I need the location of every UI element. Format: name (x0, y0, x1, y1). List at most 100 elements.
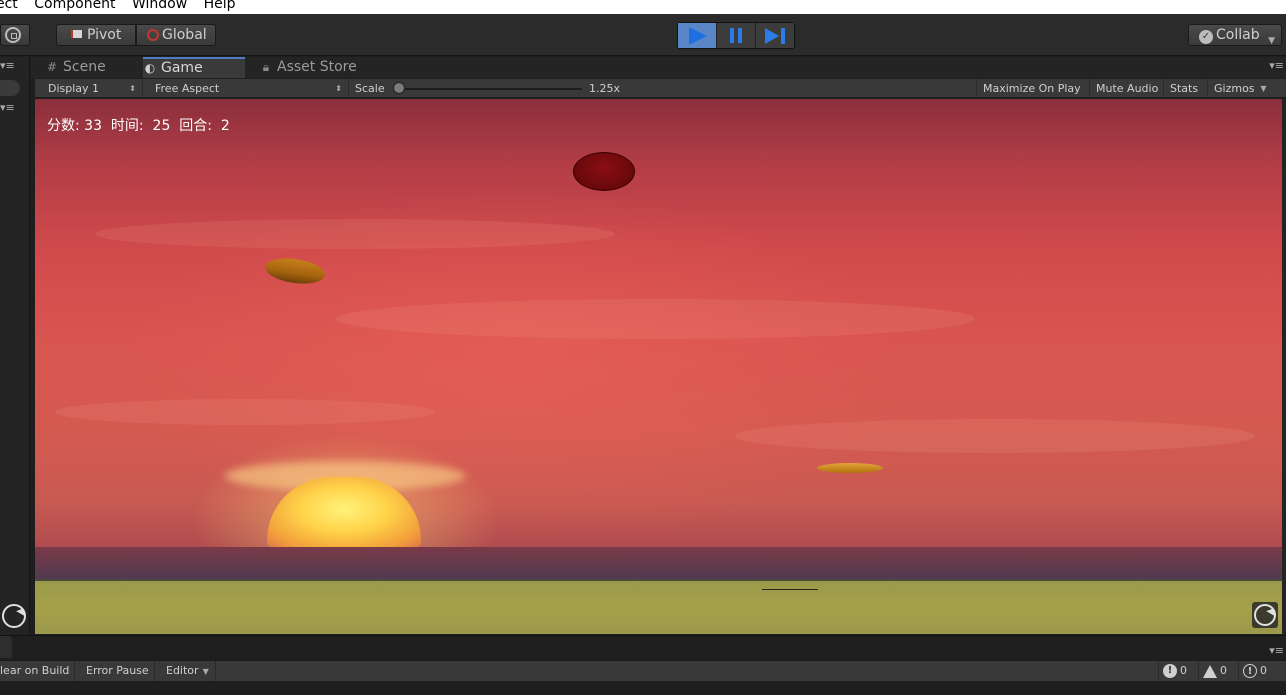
console-toolbar: lear on Build Error Pause Editor ▼ ! 0 0 !… (0, 660, 1286, 681)
panel-menu-icon[interactable]: ▾≡ (0, 59, 15, 72)
time-value: 25 (152, 118, 171, 134)
score-hud: 分数: 33 时间: 25 回合: 2 (47, 115, 230, 135)
menu-item-window[interactable]: Window (132, 0, 187, 11)
game-view-toolbar: Display 1 ⬍ Free Aspect ⬍ Scale 1.25x Maxi… (35, 79, 1286, 98)
step-icon-bar (781, 28, 785, 44)
check-icon: ✓ (1199, 30, 1213, 44)
editor-dropdown[interactable]: Editor ▼ (161, 661, 216, 681)
pause-icon-bar (738, 28, 742, 43)
tab-asset-store-label: Asset Store (277, 59, 357, 75)
tab-game-label: Game (161, 60, 203, 76)
cloud-streak (735, 419, 1255, 453)
console-header: ▾≡ (0, 635, 1286, 660)
display-select[interactable]: Display 1 ⬍ (35, 79, 143, 98)
gizmos-dropdown[interactable]: Gizmos ▼ (1207, 79, 1271, 98)
pivot-label: Pivot (87, 27, 122, 43)
game-viewport[interactable]: 分数: 33 时间: 25 回合: 2 (35, 99, 1282, 634)
right-edge (1282, 99, 1286, 634)
tab-scene[interactable]: # Scene (45, 57, 141, 78)
scale-label: Scale (355, 82, 385, 95)
cloud-streak (95, 219, 615, 249)
menu-item-help[interactable]: Help (204, 0, 236, 11)
scale-slider-knob[interactable] (393, 82, 405, 94)
error-icon: ! (1243, 664, 1257, 678)
view-tabs: # Scene ◐ Game 🔒︎ Asset Store ▾≡ (31, 57, 1286, 78)
menu-item-component[interactable]: Component (34, 0, 115, 11)
collab-label: Collab (1216, 27, 1260, 43)
ground-shadow (762, 589, 818, 590)
menu-item-project[interactable]: ect (0, 0, 18, 11)
console-tab-stub[interactable] (0, 636, 12, 658)
aspect-label: Free Aspect (155, 82, 220, 95)
warning-icon (1203, 664, 1217, 678)
horizon-band (35, 547, 1282, 581)
panel-menu-icon-2[interactable]: ▾≡ (0, 101, 15, 114)
chevron-down-icon-3: ▼ (202, 667, 209, 676)
lock-icon: 🔒︎ (262, 60, 270, 74)
red-ufo-disc[interactable] (573, 152, 635, 191)
collab-dropdown[interactable]: ✓ Collab ▼ (1188, 24, 1282, 46)
pivot-toggle-button[interactable]: Pivot (56, 24, 136, 46)
play-icon (689, 27, 707, 45)
cloud-streak (335, 299, 975, 339)
refresh-icon[interactable] (2, 604, 26, 628)
search-pill[interactable] (0, 80, 20, 96)
tab-scene-label: Scene (63, 59, 106, 75)
round-label: 回合: (179, 118, 212, 134)
pivot-icon (71, 30, 83, 38)
play-button[interactable] (678, 23, 717, 48)
stats-toggle[interactable]: Stats (1163, 79, 1204, 98)
error-count: 0 (1260, 664, 1267, 677)
orange-ufo-disc-flat[interactable] (817, 463, 883, 473)
step-icon (765, 28, 779, 44)
console-menu-icon[interactable]: ▾≡ (1269, 644, 1284, 657)
updown-arrow-icon: ⬍ (129, 84, 136, 93)
playback-controls (677, 22, 795, 49)
score-label: 分数: (47, 118, 80, 134)
chevron-down-icon-2: ▼ (1260, 84, 1267, 93)
clear-on-build-toggle[interactable]: lear on Build (0, 661, 76, 681)
display-label: Display 1 (48, 82, 100, 95)
pause-button[interactable] (717, 23, 756, 48)
score-value: 33 (84, 118, 102, 134)
refresh-icon (1254, 604, 1276, 626)
warning-counter[interactable]: 0 (1198, 662, 1231, 680)
warning-count: 0 (1220, 664, 1227, 677)
grid-icon: # (46, 60, 58, 74)
main-toolbar: Pivot Global ✓ Collab ▼ (0, 14, 1286, 56)
move-tool-icon (5, 27, 21, 43)
pause-icon (730, 28, 734, 43)
menu-bar: ect Component Window Help (0, 0, 1286, 14)
tab-game[interactable]: ◐ Game (143, 57, 245, 78)
time-label: 时间: (110, 118, 144, 134)
tab-menu-icon[interactable]: ▾≡ (1269, 59, 1284, 72)
mute-audio-toggle[interactable]: Mute Audio (1089, 79, 1164, 98)
orange-ufo-disc[interactable] (263, 254, 327, 288)
pacman-icon: ◐ (144, 61, 156, 75)
scale-value: 1.25x (589, 82, 621, 95)
ground-plane (35, 579, 1282, 634)
cloud-streak (55, 399, 435, 425)
transform-tool-button[interactable] (0, 24, 30, 46)
bottom-strip (0, 681, 1286, 695)
tab-asset-store[interactable]: 🔒︎ Asset Store (259, 57, 389, 78)
info-counter[interactable]: ! 0 (1158, 662, 1191, 680)
gizmos-label: Gizmos (1214, 82, 1255, 95)
maximize-on-play-toggle[interactable]: Maximize On Play (976, 79, 1087, 98)
updown-arrow-icon-2: ⬍ (335, 84, 342, 93)
global-icon (147, 29, 159, 41)
error-pause-toggle[interactable]: Error Pause (81, 661, 155, 681)
global-label: Global (162, 27, 207, 43)
game-refresh-button[interactable] (1252, 602, 1278, 628)
editor-label: Editor (166, 664, 199, 677)
step-button[interactable] (756, 23, 794, 48)
left-panel-strip: ▾≡ ▾≡ (0, 57, 30, 635)
scale-slider-track[interactable] (398, 88, 582, 90)
round-value: 2 (220, 118, 230, 134)
chevron-down-icon: ▼ (1268, 36, 1275, 46)
info-icon: ! (1163, 664, 1177, 678)
info-count: 0 (1180, 664, 1187, 677)
error-counter[interactable]: ! 0 (1238, 662, 1271, 680)
global-toggle-button[interactable]: Global (136, 24, 216, 46)
aspect-select[interactable]: Free Aspect ⬍ (147, 79, 349, 98)
